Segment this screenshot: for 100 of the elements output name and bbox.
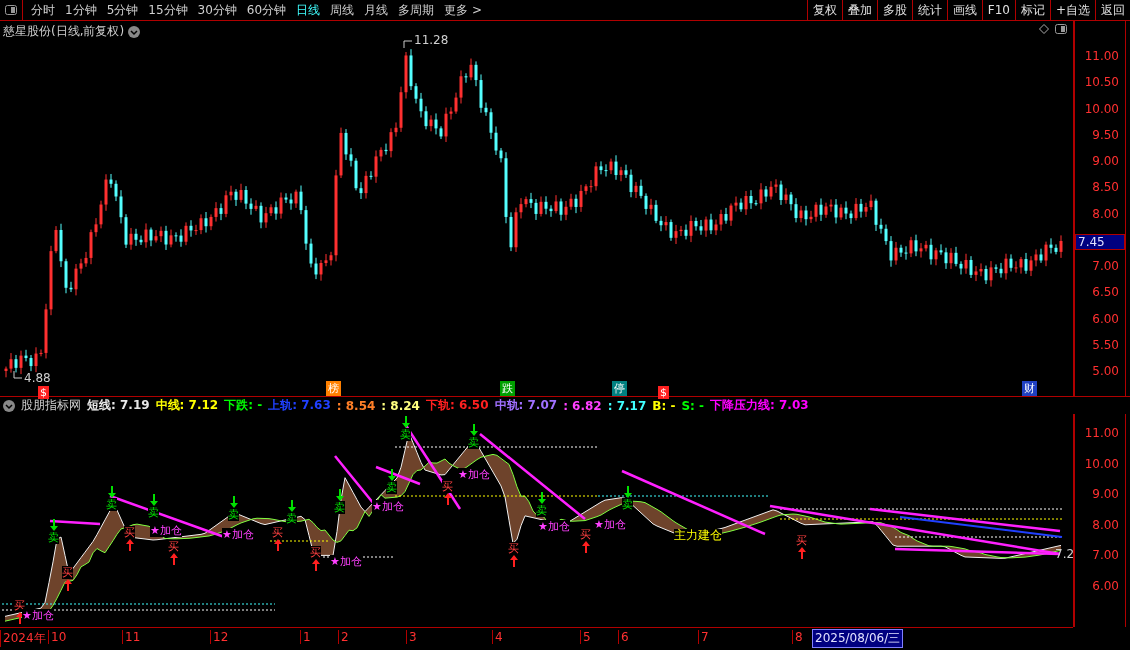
down-arrow-icon <box>287 500 296 512</box>
axis-label: 10.00 <box>1084 101 1119 116</box>
axis-label: 10.50 <box>1084 75 1119 90</box>
axis-label: 6.50 <box>1092 285 1119 300</box>
leader-line <box>403 40 413 49</box>
period-tab[interactable]: 周线 <box>326 1 359 19</box>
down-arrow-icon <box>537 492 546 504</box>
axis-label: 11.00 <box>1084 49 1119 63</box>
down-arrow-icon <box>401 416 410 428</box>
signal-label: ★加仓 <box>22 609 54 622</box>
period-tab[interactable]: 多周期 <box>394 1 439 19</box>
toolbar-button[interactable]: 复权 <box>806 0 842 20</box>
toolbar-button[interactable]: +自选 <box>1049 0 1095 20</box>
indicator-value: 中轨: 7.07 <box>494 397 558 414</box>
signal-label: ★加仓 <box>594 518 626 531</box>
signal-label: ★加仓 <box>150 524 182 537</box>
date-label: 8 <box>792 630 803 644</box>
date-label: 2 <box>338 630 349 644</box>
event-marker[interactable]: $ <box>38 386 49 399</box>
up-arrow-icon <box>169 553 178 565</box>
down-arrow-icon <box>49 519 58 531</box>
toolbar-button[interactable]: 统计 <box>911 0 947 20</box>
signal-label: 买 <box>272 526 283 539</box>
up-arrow-icon <box>125 539 134 551</box>
dropdown-icon[interactable] <box>128 25 141 38</box>
date-label: 10 <box>48 630 67 644</box>
up-arrow-icon <box>15 612 24 624</box>
panel-toggle-icon[interactable] <box>5 5 17 15</box>
signal-label: 卖 <box>386 481 397 494</box>
indicator-value: : 7.17 <box>607 398 647 413</box>
signal-label: 卖 <box>334 501 345 514</box>
signal-label: ★加仓 <box>330 555 362 568</box>
down-arrow-icon <box>229 496 238 508</box>
indicator-value: 下跌: - <box>224 397 263 414</box>
date-label: 4 <box>492 630 503 644</box>
toolbar-button[interactable]: F10 <box>981 0 1015 20</box>
dropdown-icon[interactable] <box>3 399 15 412</box>
event-marker[interactable]: $ <box>658 386 669 399</box>
up-arrow-icon <box>581 541 590 553</box>
axis-label: 9.00 <box>1092 487 1119 502</box>
up-arrow-icon <box>273 539 282 551</box>
period-tab[interactable]: 30分钟 <box>193 1 241 19</box>
axis-label: 8.00 <box>1092 517 1119 532</box>
up-arrow-icon <box>443 493 452 505</box>
up-arrow-icon <box>509 555 518 567</box>
toolbar-button[interactable]: 画线 <box>946 0 982 20</box>
period-tab[interactable]: 月线 <box>360 1 393 19</box>
signal-label: ★加仓 <box>222 528 254 541</box>
leader-line <box>13 370 23 379</box>
indicator-value: S: - <box>681 398 705 413</box>
date-label: 11 <box>122 630 141 644</box>
signal-label: 买 <box>168 540 179 553</box>
indicator-value: 下轨: 6.50 <box>425 397 489 414</box>
signal-label: 买 <box>580 528 591 541</box>
axis-label: 8.50 <box>1092 180 1119 195</box>
indicator-value: : 8.54 <box>336 398 376 413</box>
period-tab[interactable]: 1分钟 <box>61 1 101 19</box>
period-tab[interactable]: 分时 <box>27 1 59 19</box>
diamond-icon[interactable] <box>1039 24 1049 34</box>
signal-label: 买 <box>62 566 73 579</box>
signal-label: 买 <box>796 534 807 547</box>
signal-label: 买 <box>124 526 135 539</box>
date-label: 12 <box>210 630 229 644</box>
panel-toggle-icon[interactable] <box>1055 24 1067 34</box>
event-marker[interactable]: 停 <box>612 381 627 396</box>
signal-label: 买 <box>508 542 519 555</box>
axis-label: 9.00 <box>1092 154 1119 168</box>
period-tab[interactable]: 60分钟 <box>242 1 291 19</box>
down-arrow-icon <box>107 486 116 498</box>
down-arrow-icon <box>335 489 344 501</box>
signal-label: 主力建仓 <box>674 529 722 542</box>
axis-label: 6.00 <box>1092 579 1119 593</box>
date-label: 2024年 <box>0 630 46 647</box>
indicator-value: B: - <box>652 398 676 413</box>
signal-label: 卖 <box>400 428 411 441</box>
axis-label: 10.00 <box>1084 456 1119 471</box>
signal-label: 卖 <box>468 436 479 449</box>
signal-label: 买 <box>310 546 321 559</box>
signal-label: 卖 <box>286 512 297 525</box>
period-tab[interactable]: 更多 > <box>440 1 486 19</box>
axis-label: 5.50 <box>1092 337 1119 352</box>
indicator-value: : 8.24 <box>381 398 420 413</box>
signal-label: 卖 <box>536 504 547 517</box>
date-label: 1 <box>300 630 311 644</box>
indicator-value: 中线: 7.12 <box>155 397 219 414</box>
period-tab[interactable]: 5分钟 <box>102 1 143 19</box>
toolbar-button[interactable]: 返回 <box>1095 0 1130 20</box>
axis-label: 11.00 <box>1084 426 1119 440</box>
toolbar-button[interactable]: 多股 <box>876 0 912 20</box>
toolbar-button[interactable]: 叠加 <box>841 0 877 20</box>
toolbar-button[interactable]: 标记 <box>1014 0 1050 20</box>
date-label: 6 <box>618 630 629 644</box>
period-tab[interactable]: 15分钟 <box>144 1 192 19</box>
down-arrow-icon <box>623 486 632 498</box>
signal-label: ★加仓 <box>372 500 404 513</box>
cursor-date-label: 2025/08/06/三 <box>812 629 904 648</box>
down-arrow-icon <box>149 494 158 506</box>
current-price-label: 7.45 <box>1075 234 1125 251</box>
period-tab[interactable]: 日线 <box>292 1 325 19</box>
event-marker[interactable]: 财 <box>1022 381 1037 396</box>
